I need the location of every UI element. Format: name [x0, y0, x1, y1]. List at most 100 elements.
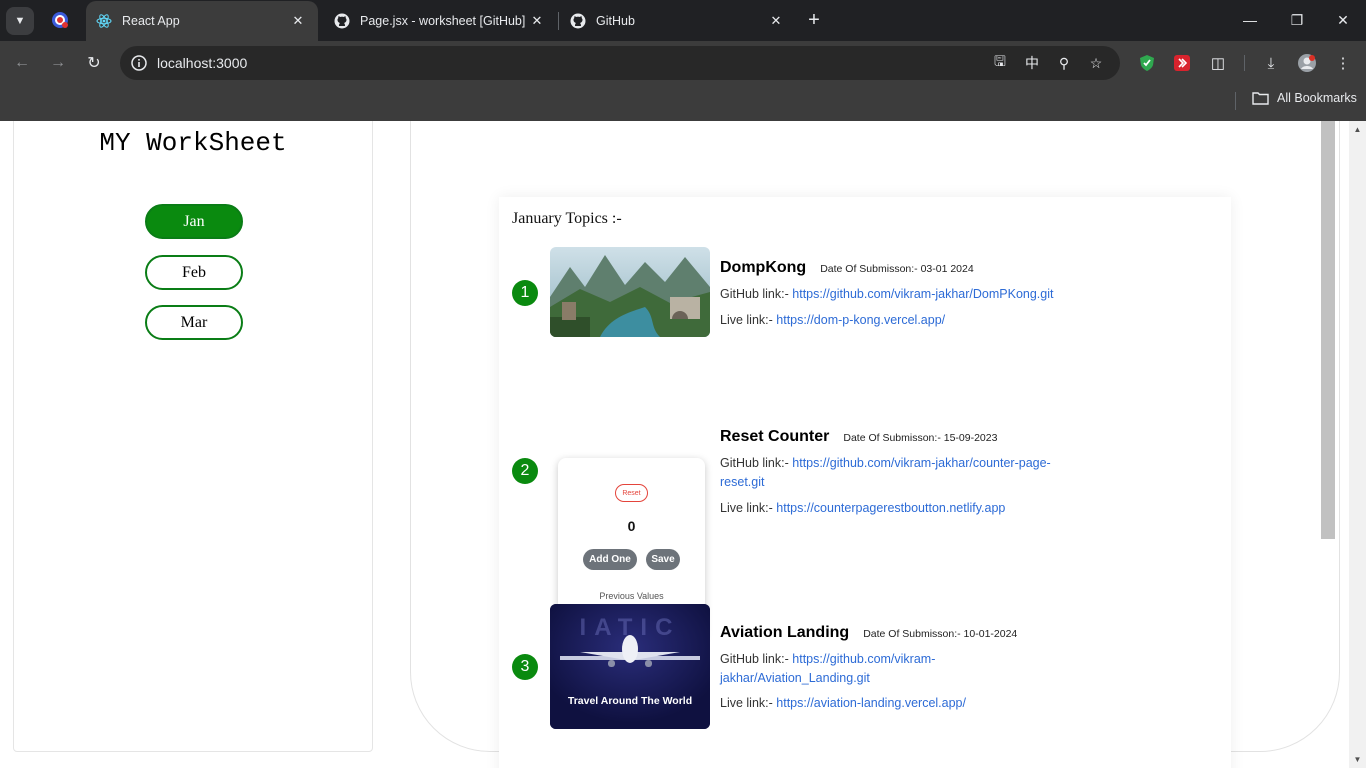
toolbar-divider — [1244, 55, 1245, 71]
github-icon — [334, 13, 350, 29]
forward-button[interactable]: → — [45, 50, 71, 76]
scroll-up-arrow-icon[interactable]: ▲ — [1349, 121, 1366, 138]
github-link-row: GitHub link:- https://github.com/vikram-… — [720, 285, 1080, 304]
browser-toolbar: ← → ↻ localhost:3000 🖫 中 ⚲ ☆ ◫ ⤓ ⋮ — [0, 41, 1366, 84]
all-bookmarks-button[interactable]: All Bookmarks — [1252, 91, 1357, 105]
topics-panel: January Topics :- 1 DompKong Date Of Subm… — [499, 197, 1231, 768]
new-tab-button[interactable]: + — [802, 8, 826, 32]
project-title: DompKong Date Of Submisson:- 03-01 2024 — [720, 259, 974, 277]
github-link-label: GitHub link:- — [720, 456, 789, 470]
submission-date: Date Of Submisson:- 15-09-2023 — [843, 432, 998, 444]
close-icon: ✕ — [1337, 11, 1349, 28]
arrow-right-icon: → — [50, 54, 66, 71]
extensions-puzzle-icon[interactable]: ◫ — [1207, 52, 1229, 74]
live-link-label: Live link:- — [720, 696, 773, 710]
all-bookmarks-label: All Bookmarks — [1277, 91, 1357, 105]
live-link[interactable]: https://aviation-landing.vercel.app/ — [776, 696, 966, 710]
github-link-label: GitHub link:- — [720, 652, 789, 666]
tab-title: GitHub — [596, 13, 635, 28]
project-number-badge: 3 — [512, 654, 538, 680]
tab-title: Page.jsx - worksheet [GitHub] - — [360, 13, 527, 28]
site-info-icon[interactable] — [130, 54, 148, 72]
live-link-label: Live link:- — [720, 501, 773, 515]
live-link-row: Live link:- https://counterpagerestboutt… — [720, 499, 1080, 518]
github-link-row: GitHub link:- https://github.com/vikram-… — [720, 650, 980, 688]
sidebar: MY WorkSheet Jan Feb Mar — [13, 121, 373, 752]
project-name: DompKong — [720, 259, 807, 276]
counter-previous-label: Previous Values — [599, 591, 664, 601]
chevron-down-icon: ▼ — [14, 15, 26, 27]
counter-value: 0 — [627, 518, 636, 534]
tab-title: React App — [122, 14, 180, 28]
more-menu-icon[interactable]: ⋮ — [1332, 52, 1354, 74]
profile-avatar[interactable] — [1296, 52, 1318, 74]
close-tab-icon[interactable]: ✕ — [527, 11, 547, 31]
bookmarks-divider — [1235, 92, 1236, 110]
github-link-label: GitHub link:- — [720, 287, 789, 301]
reload-button[interactable]: ↻ — [81, 50, 107, 76]
aviation-bg-text: IATIC — [579, 614, 681, 641]
tab-strip: ▼ React App ✕ Page.jsx - worksheet [GitH… — [0, 0, 1366, 41]
address-bar[interactable]: localhost:3000 🖫 中 ⚲ ☆ — [120, 46, 1120, 80]
install-app-icon[interactable]: 🖫 — [990, 53, 1010, 72]
tab-page-jsx[interactable]: Page.jsx - worksheet [GitHub] - ✕ — [324, 0, 557, 41]
counter-save-button: Save — [646, 549, 680, 570]
project-title: Aviation Landing Date Of Submisson:- 10-0… — [720, 624, 1017, 642]
close-window-button[interactable]: ✕ — [1331, 8, 1355, 32]
translate-icon[interactable]: 中 — [1022, 54, 1042, 72]
project-number-badge: 1 — [512, 280, 538, 306]
month-button-feb[interactable]: Feb — [145, 255, 243, 290]
submission-date: Date Of Submisson:- 03-01 2024 — [820, 263, 974, 275]
page-scrollbar[interactable] — [1349, 121, 1366, 768]
live-link-row: Live link:- https://aviation-landing.ver… — [720, 694, 1080, 713]
back-button[interactable]: ← — [9, 50, 35, 76]
bookmark-star-icon[interactable]: ☆ — [1086, 54, 1106, 72]
section-title: January Topics :- — [512, 210, 622, 227]
github-link-row: GitHub link:- https://github.com/vikram-… — [720, 454, 1080, 492]
dompkong-thumbnail[interactable] — [550, 247, 710, 337]
counter-reset-button: Reset — [615, 484, 648, 502]
inner-scrollbar-thumb[interactable] — [1321, 121, 1335, 539]
tab-divider — [558, 12, 559, 30]
download-icon[interactable]: ⤓ — [1260, 52, 1282, 74]
live-link-label: Live link:- — [720, 313, 773, 327]
restore-icon: ❐ — [1290, 11, 1304, 28]
github-link[interactable]: https://github.com/vikram-jakhar/DomPKon… — [792, 287, 1053, 301]
aviation-thumbnail[interactable]: IATIC Travel Around The World — [550, 604, 710, 729]
project-name: Reset Counter — [720, 428, 830, 445]
minimize-button[interactable]: — — [1238, 8, 1262, 32]
reload-icon: ↻ — [87, 55, 101, 72]
app-title: MY WorkSheet — [99, 128, 287, 158]
close-tab-icon[interactable]: ✕ — [288, 11, 308, 31]
month-button-jan[interactable]: Jan — [145, 204, 243, 239]
arrow-left-icon: ← — [14, 54, 30, 71]
project-name: Aviation Landing — [720, 624, 850, 641]
project-number-badge: 2 — [512, 458, 538, 484]
submission-date: Date Of Submisson:- 10-01-2024 — [863, 628, 1018, 640]
scroll-down-arrow-icon[interactable]: ▼ — [1349, 751, 1366, 768]
close-tab-icon[interactable]: ✕ — [766, 11, 786, 31]
folder-icon — [1252, 92, 1269, 105]
live-link[interactable]: https://dom-p-kong.vercel.app/ — [776, 313, 945, 327]
url-text: localhost:3000 — [157, 55, 248, 71]
bookmarks-bar: All Bookmarks — [0, 84, 1366, 121]
minimize-icon: — — [1243, 12, 1257, 28]
month-button-mar[interactable]: Mar — [145, 305, 243, 340]
zoom-icon[interactable]: ⚲ — [1054, 54, 1074, 72]
counter-add-button: Add One — [583, 549, 637, 570]
tab-react-app[interactable]: React App ✕ — [86, 1, 318, 41]
aviation-caption: Travel Around The World — [567, 695, 693, 707]
live-link-row: Live link:- https://dom-p-kong.vercel.ap… — [720, 311, 1080, 330]
plus-icon: + — [808, 8, 820, 31]
project-title: Reset Counter Date Of Submisson:- 15-09-2… — [720, 428, 997, 446]
red-extension-icon[interactable] — [1171, 52, 1193, 74]
tab-github[interactable]: GitHub ✕ — [560, 0, 796, 41]
extension-icon[interactable] — [50, 10, 70, 30]
live-link[interactable]: https://counterpagerestboutton.netlify.a… — [776, 501, 1005, 515]
github-icon — [570, 13, 586, 29]
shield-extension-icon[interactable] — [1136, 52, 1158, 74]
page-viewport: MY WorkSheet Jan Feb Mar January Topics … — [0, 121, 1366, 768]
tab-search-button[interactable]: ▼ — [6, 7, 34, 35]
restore-button[interactable]: ❐ — [1285, 8, 1309, 32]
react-icon — [96, 13, 112, 29]
